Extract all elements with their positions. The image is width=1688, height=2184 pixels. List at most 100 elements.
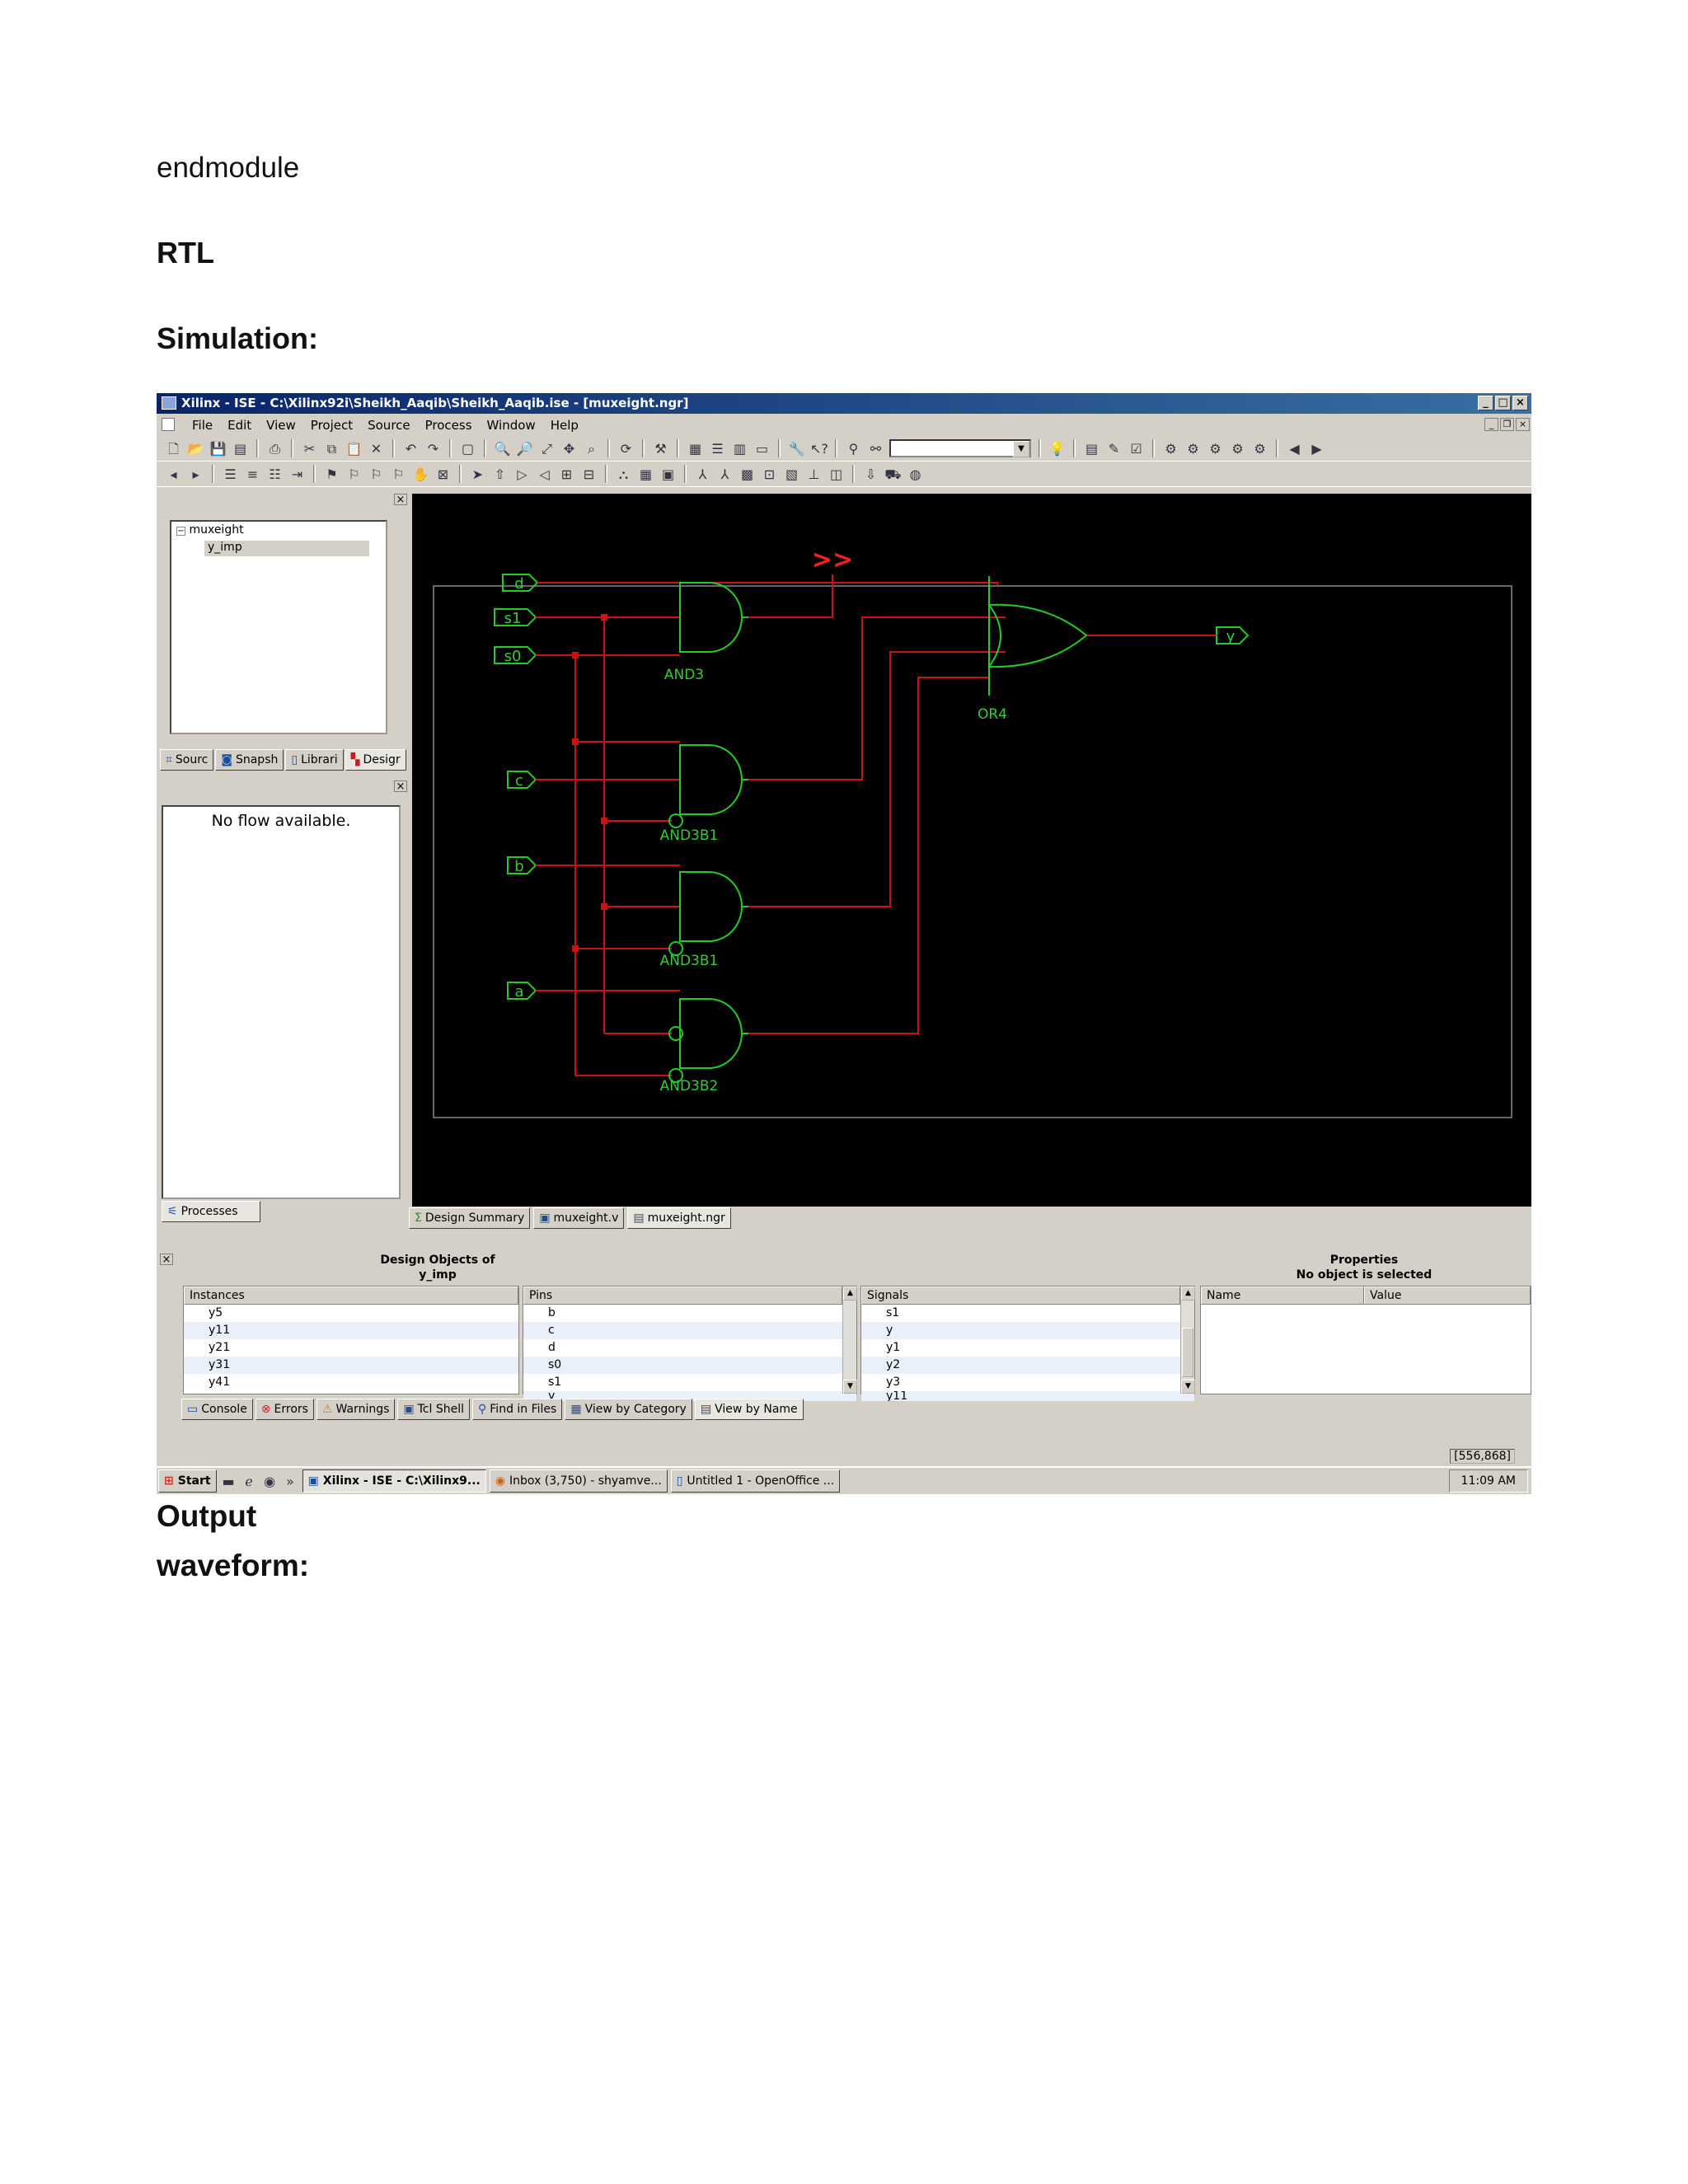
new-file-icon[interactable]: 🗋 [165, 440, 182, 457]
forward-circle-icon[interactable]: ▶ [1308, 440, 1325, 457]
tab-muxeight-v[interactable]: ▣ muxeight.v [533, 1207, 625, 1229]
internet-explorer-icon[interactable]: ℯ [241, 1473, 258, 1490]
device-icon[interactable]: ⛟ [884, 466, 902, 483]
list-item[interactable]: s1 [523, 1374, 856, 1391]
tab-sources[interactable]: ⌗ Sourc [160, 749, 214, 771]
expand-icon[interactable]: ⊞ [558, 466, 575, 483]
tab-design-summary[interactable]: Σ Design Summary [409, 1207, 531, 1229]
nav-forward-icon[interactable]: ▸ [187, 466, 204, 483]
clear-icon[interactable]: ⊠ [434, 466, 452, 483]
panel-icon[interactable]: ▣ [659, 466, 677, 483]
collapse-icon[interactable]: ⊟ [580, 466, 598, 483]
timing-icon[interactable]: ⊥ [805, 466, 823, 483]
push-icon[interactable]: ⇧ [491, 466, 509, 483]
list-item[interactable]: y1 [861, 1339, 1194, 1357]
binoculars-icon[interactable]: ⚲ [845, 440, 862, 457]
bookmark-icon[interactable]: ⚑ [323, 466, 340, 483]
wrench-icon[interactable]: 🔧 [788, 440, 805, 457]
indent-icon[interactable]: ⇥ [288, 466, 306, 483]
zoom-full-icon[interactable]: ✥ [560, 440, 578, 457]
menu-view[interactable]: View [259, 418, 303, 433]
checklist-icon[interactable]: ☑ [1128, 440, 1145, 457]
tree-up-icon[interactable]: ⅄ [716, 466, 734, 483]
implement-icon[interactable]: ⚙ [1162, 440, 1179, 457]
list-item[interactable]: y31 [184, 1357, 518, 1374]
download-icon[interactable]: ⇩ [862, 466, 879, 483]
tab-errors[interactable]: ⊗ Errors [255, 1399, 314, 1420]
tile-vertical-icon[interactable]: ▥ [731, 440, 748, 457]
find-replace-icon[interactable]: ⚯ [867, 440, 884, 457]
hand-icon[interactable]: ✋ [412, 466, 429, 483]
tab-muxeight-ngr[interactable]: ▤ muxeight.ngr [627, 1207, 731, 1229]
gate-and3b1-2[interactable] [679, 871, 743, 942]
quicklaunch-chevron[interactable]: » [282, 1473, 299, 1490]
gate-and3b2[interactable] [679, 998, 743, 1069]
synthesize-icon[interactable]: ⚙ [1184, 440, 1202, 457]
copy-icon[interactable]: ⧉ [323, 440, 340, 457]
select-arrow-icon[interactable]: ➤ [469, 466, 486, 483]
open-folder-icon[interactable]: 📂 [187, 440, 204, 457]
gate-or4[interactable] [987, 603, 1088, 668]
align-left-icon[interactable]: ☰ [222, 466, 239, 483]
page-icon[interactable]: ▢ [459, 440, 476, 457]
delete-icon[interactable]: ✕ [368, 440, 385, 457]
gate-and3b1-1[interactable] [679, 744, 743, 815]
scroll-down-arrow[interactable]: ▼ [843, 1380, 857, 1394]
list-item[interactable]: y3 [861, 1374, 1194, 1391]
tab-view-by-category[interactable]: ▦ View by Category [565, 1399, 692, 1420]
undo-icon[interactable]: ↶ [402, 440, 420, 457]
globe-icon[interactable]: ◍ [907, 466, 924, 483]
hammer-icon[interactable]: ⚒ [652, 440, 669, 457]
grid-icon[interactable]: ▦ [637, 466, 654, 483]
pins-scrollbar[interactable]: ▲ ▼ [842, 1286, 857, 1394]
paste-icon[interactable]: 📋 [345, 440, 363, 457]
tree-icon[interactable]: ⅄ [694, 466, 711, 483]
tree-node-child[interactable]: y_imp [204, 541, 369, 556]
window-icon[interactable]: ▭ [753, 440, 771, 457]
list-item[interactable]: y21 [184, 1339, 518, 1357]
scroll-up-arrow[interactable]: ▲ [1181, 1286, 1195, 1301]
refresh-icon[interactable]: ⟳ [617, 440, 635, 457]
signals-scrollbar[interactable]: ▲ ▼ [1180, 1286, 1195, 1394]
scroll-down-arrow[interactable]: ▼ [1181, 1380, 1195, 1394]
list-item[interactable]: s1 [861, 1305, 1194, 1322]
lightbulb-icon[interactable]: 💡 [1048, 440, 1066, 457]
task-openoffice[interactable]: ▯ Untitled 1 - OpenOffice ... [670, 1469, 841, 1493]
pins-header[interactable]: Pins [523, 1286, 842, 1305]
hierarchy-icon[interactable]: ⛬ [615, 466, 632, 483]
processes-panel-close-button[interactable]: × [394, 780, 407, 792]
route-icon[interactable]: ⚙ [1251, 440, 1268, 457]
design-objects-close-button[interactable]: × [160, 1254, 173, 1265]
task-xilinx[interactable]: ▣ Xilinx - ISE - C:\Xilinx9... [302, 1469, 486, 1493]
gate-and3[interactable] [679, 582, 743, 653]
list-item[interactable]: y11 [184, 1322, 518, 1339]
list-item[interactable]: y41 [184, 1374, 518, 1391]
list-item[interactable]: s0 [523, 1357, 856, 1374]
tab-tcl-shell[interactable]: ▣ Tcl Shell [397, 1399, 470, 1420]
zoom-in-icon[interactable]: 🔍 [494, 440, 511, 457]
menu-window[interactable]: Window [480, 418, 543, 433]
schematic-canvas[interactable]: d s1 s0 c b a y AND3 AND3B1 AND3B1 AND3B… [412, 494, 1531, 1207]
menu-help[interactable]: Help [543, 418, 586, 433]
bookmark-next-icon[interactable]: ⚐ [345, 466, 363, 483]
map-icon[interactable]: ⚙ [1229, 440, 1246, 457]
close-button[interactable]: × [1512, 396, 1528, 410]
properties-name-header[interactable]: Name [1201, 1286, 1364, 1305]
list-item[interactable]: y2 [861, 1357, 1194, 1374]
floorplan-icon[interactable]: ◫ [828, 466, 845, 483]
menu-edit[interactable]: Edit [220, 418, 259, 433]
tree-node-root[interactable]: − muxeight [176, 523, 244, 537]
tab-snapshots[interactable]: ◙ Snapsh [215, 749, 284, 771]
translate-icon[interactable]: ⚙ [1207, 440, 1224, 457]
schematic-icon[interactable]: ⊡ [761, 466, 778, 483]
tab-libraries[interactable]: ▯ Librari [285, 749, 344, 771]
back-circle-icon[interactable]: ◀ [1286, 440, 1303, 457]
align-center-icon[interactable]: ≡ [244, 466, 261, 483]
mdi-minimize-button[interactable]: _ [1484, 418, 1498, 431]
task-inbox[interactable]: ◉ Inbox (3,750) - shyamve... [489, 1469, 668, 1493]
list-item[interactable]: b [523, 1305, 856, 1322]
tab-view-by-name[interactable]: ▤ View by Name [694, 1399, 804, 1420]
bookmark-clear-icon[interactable]: ⚐ [390, 466, 407, 483]
menu-file[interactable]: File [185, 418, 220, 433]
scroll-up-arrow[interactable]: ▲ [843, 1286, 857, 1301]
